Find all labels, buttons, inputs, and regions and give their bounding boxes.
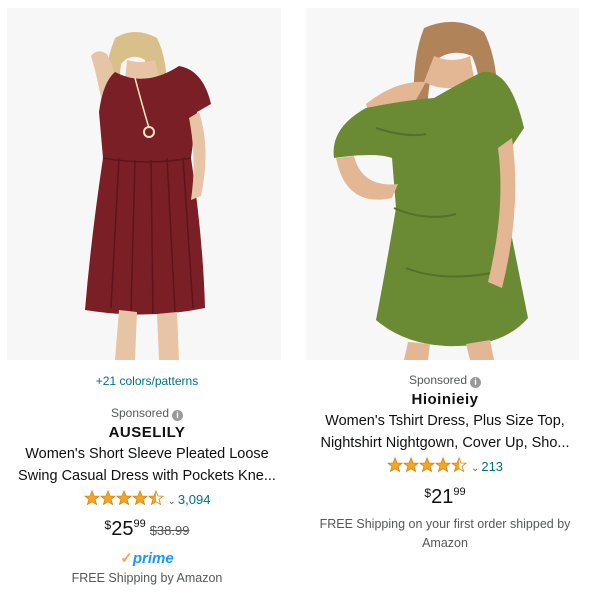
list-price: $38.99 bbox=[149, 523, 190, 538]
chevron-down-icon[interactable]: ⌄ bbox=[168, 496, 176, 507]
product-title-line[interactable]: Nightshirt Nightgown, Cover Up, Sho... bbox=[305, 432, 585, 454]
prime-check-icon: ✓ bbox=[120, 550, 133, 567]
star-rating[interactable] bbox=[387, 457, 467, 473]
price-row[interactable]: $2199 bbox=[305, 486, 585, 509]
info-circle-icon[interactable]: i bbox=[470, 377, 482, 388]
star-half-icon bbox=[148, 490, 164, 505]
rating-row[interactable]: ⌄ 213 bbox=[305, 457, 585, 474]
product-title-line[interactable]: Women's Tshirt Dress, Plus Size Top, bbox=[305, 410, 585, 432]
chevron-down-icon[interactable]: ⌄ bbox=[471, 463, 479, 474]
price-whole: 25 bbox=[111, 518, 134, 540]
product-title-line[interactable]: Women's Short Sleeve Pleated Loose bbox=[7, 443, 287, 465]
product-title-line[interactable]: Swing Casual Dress with Pockets Kne... bbox=[7, 465, 287, 487]
rating-row[interactable]: ⌄ 3,094 bbox=[7, 490, 287, 507]
star-icon bbox=[435, 457, 451, 472]
star-icon bbox=[419, 457, 435, 472]
brand-name: Hioinieiy bbox=[411, 391, 479, 408]
sponsored-text: Sponsored bbox=[110, 406, 170, 420]
product-card[interactable]: +21 colors/patterns Sponsored i AUSELILY … bbox=[7, 0, 287, 598]
star-icon bbox=[100, 490, 116, 505]
colors-patterns-link[interactable]: +21 colors/patterns bbox=[7, 374, 287, 388]
info-circle-icon[interactable]: i bbox=[172, 410, 184, 421]
shipping-info: FREE Shipping by Amazon bbox=[71, 571, 223, 585]
star-rating[interactable] bbox=[84, 490, 164, 506]
shipping-info-line: FREE Shipping on your first order shippe… bbox=[319, 517, 571, 531]
star-icon bbox=[403, 457, 419, 472]
product-image[interactable] bbox=[7, 8, 281, 360]
star-icon bbox=[132, 490, 148, 505]
review-count[interactable]: 213 bbox=[481, 459, 503, 474]
price-fraction: 99 bbox=[453, 486, 466, 498]
prime-badge: ✓prime bbox=[7, 549, 287, 567]
star-icon bbox=[387, 457, 403, 472]
star-icon bbox=[116, 490, 132, 505]
shipping-info-line: Amazon bbox=[422, 536, 468, 550]
product-card[interactable]: Sponsored i Hioinieiy Women's Tshirt Dres… bbox=[305, 0, 585, 598]
review-count[interactable]: 3,094 bbox=[178, 492, 211, 507]
product-image[interactable] bbox=[306, 8, 579, 360]
prime-label: prime bbox=[132, 550, 174, 567]
star-icon bbox=[84, 490, 100, 505]
sponsored-text: Sponsored bbox=[408, 373, 468, 387]
sponsored-label[interactable]: Sponsored i bbox=[305, 373, 585, 388]
star-half-icon bbox=[451, 457, 467, 472]
price-fraction: 99 bbox=[133, 518, 146, 530]
price-whole: 21 bbox=[431, 486, 454, 508]
price-row[interactable]: $2599 $38.99 bbox=[7, 518, 287, 541]
sponsored-label[interactable]: Sponsored i bbox=[7, 406, 287, 421]
brand-name: AUSELILY bbox=[108, 424, 186, 441]
